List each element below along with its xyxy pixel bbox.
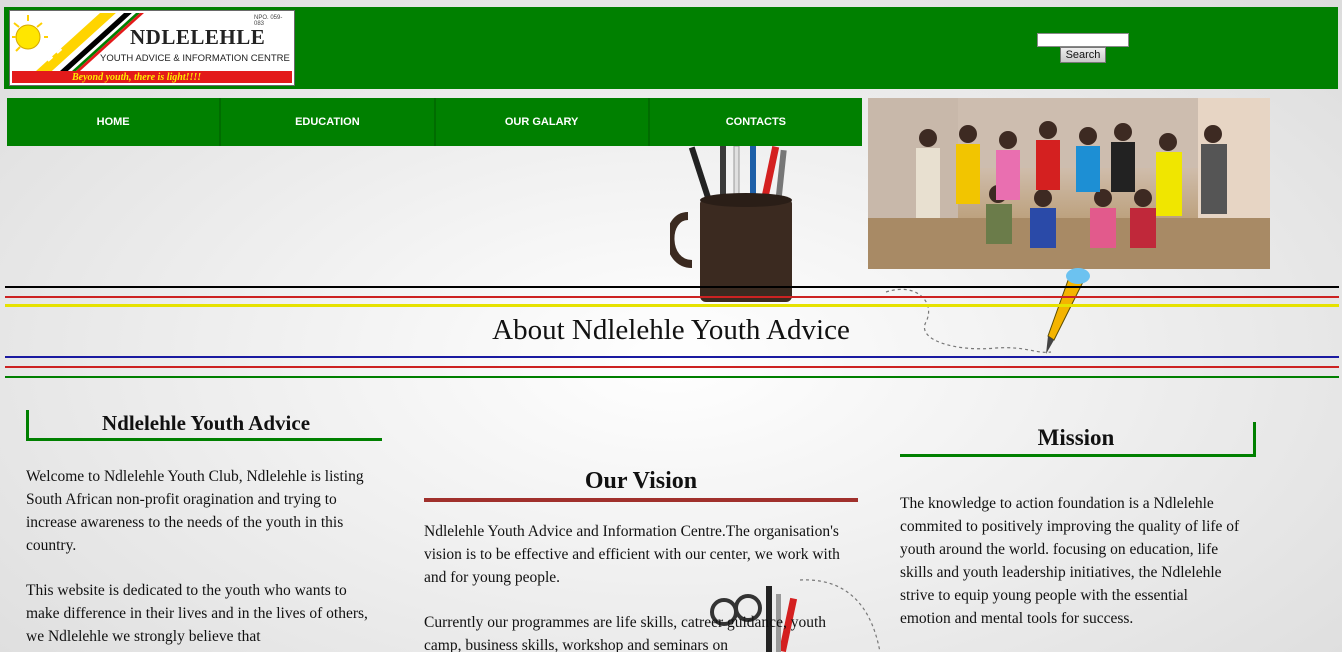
search-input[interactable] bbox=[1037, 33, 1129, 47]
logo-subtitle: YOUTH ADVICE & INFORMATION CENTRE bbox=[100, 53, 290, 64]
pencil-illustration bbox=[885, 268, 1090, 354]
vision-paragraph-2: Currently our programmes are life skills… bbox=[424, 614, 827, 652]
logo-tagline: Beyond youth, there is light!!!! bbox=[72, 72, 202, 83]
vision-underline bbox=[424, 498, 858, 502]
nav-item-gallery[interactable]: OUR GALARY bbox=[436, 98, 650, 146]
search-button[interactable]: Search bbox=[1060, 47, 1106, 63]
divider-line-yellow bbox=[5, 304, 1339, 307]
divider-line-green bbox=[5, 376, 1339, 378]
main-nav: HOME EDUCATION OUR GALARY CONTACTS bbox=[7, 98, 862, 146]
left-paragraph-2: This website is dedicated to the youth w… bbox=[26, 582, 368, 645]
divider-line-red bbox=[5, 296, 1339, 298]
nav-item-education[interactable]: EDUCATION bbox=[221, 98, 436, 146]
sun-icon bbox=[12, 15, 48, 52]
left-paragraph-1: Welcome to Ndlelehle Youth Club, Ndleleh… bbox=[26, 468, 364, 554]
group-photo-image bbox=[868, 98, 1270, 269]
divider-line-black bbox=[5, 286, 1339, 288]
site-logo[interactable]: NPO. 059-083 NDLELEHLE YOUTH ADVICE & IN… bbox=[9, 10, 295, 86]
nav-item-home[interactable]: HOME bbox=[7, 98, 222, 146]
pen-mug-illustration bbox=[670, 146, 792, 302]
divider-line-blue bbox=[5, 356, 1339, 358]
mission-heading: Mission bbox=[1037, 425, 1115, 450]
vision-heading: Our Vision bbox=[584, 468, 698, 494]
page-title: About Ndlelehle Youth Advice bbox=[492, 314, 850, 346]
logo-title: NDLELEHLE bbox=[130, 25, 266, 49]
youth-group-photo bbox=[868, 98, 1270, 269]
mission-paragraph: The knowledge to action foundation is a … bbox=[900, 495, 1240, 627]
site-header: NPO. 059-083 NDLELEHLE YOUTH ADVICE & IN… bbox=[4, 7, 1338, 89]
nav-item-contacts[interactable]: CONTACTS bbox=[650, 98, 862, 146]
vision-paragraph-1: Ndlelehle Youth Advice and Information C… bbox=[424, 523, 840, 586]
left-heading: Ndlelehle Youth Advice bbox=[101, 411, 311, 435]
divider-line-red-lower bbox=[5, 366, 1339, 368]
